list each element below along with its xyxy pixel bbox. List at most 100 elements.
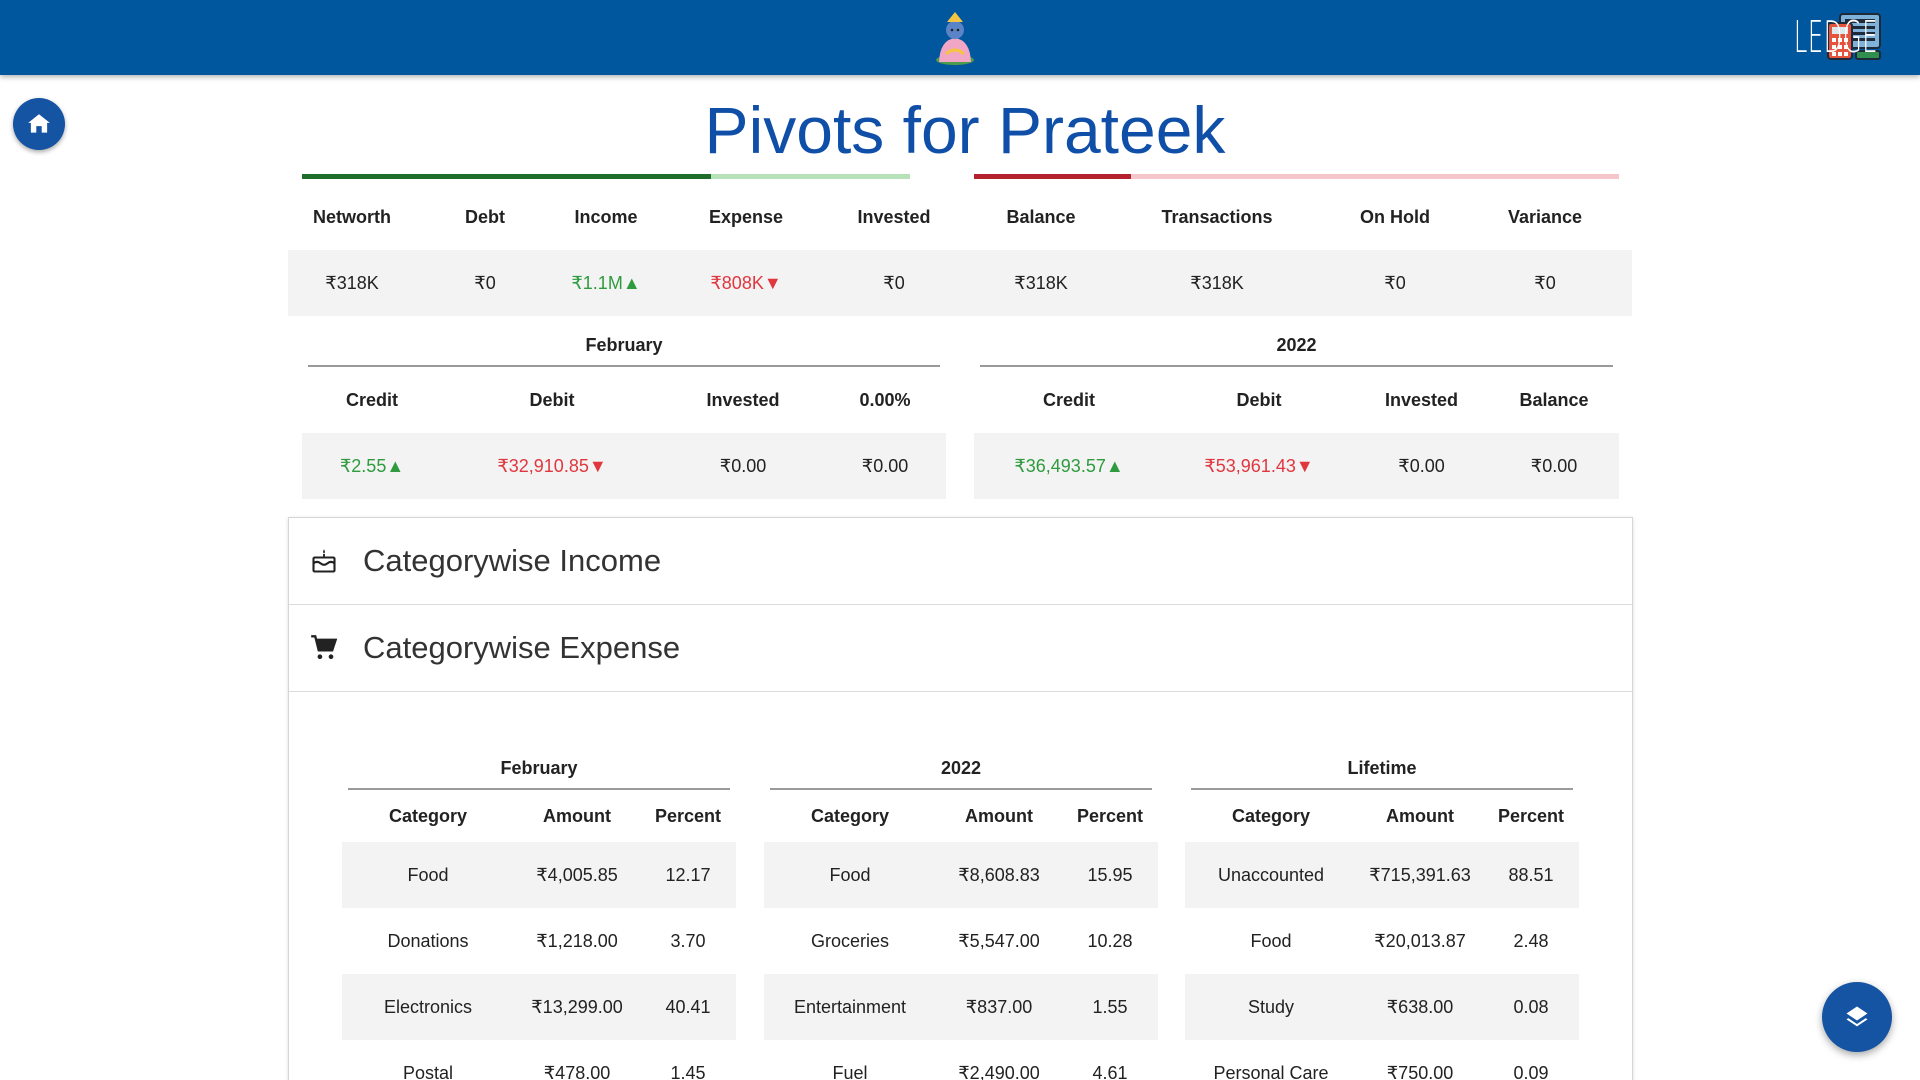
expense-table-lifetime: Lifetime Category Amount Percent Unaccou… (1185, 748, 1579, 1080)
category-cell: Food (829, 864, 871, 885)
category-cell: Electronics (383, 996, 473, 1017)
user-avatar[interactable] (934, 10, 976, 66)
categorywise-income-label: Categorywise Income (363, 543, 662, 578)
month-debit-value: ₹32,910.85▼ (497, 455, 607, 476)
debt-value: ₹0 (474, 272, 496, 293)
summary-header: Balance (1006, 206, 1076, 227)
variance-value: ₹0 (1534, 272, 1556, 293)
amount-cell: ₹1,218.00 (536, 930, 618, 951)
year-header-row: Credit Debit Invested Balance (974, 367, 1619, 433)
column-header: Amount (1386, 805, 1454, 826)
table-row: Groceries ₹5,547.00 10.28 (764, 908, 1158, 974)
amount-cell: ₹8,608.83 (958, 864, 1040, 885)
summary-header: Networth (313, 206, 391, 227)
balance-bar-fill (974, 174, 1131, 179)
amount-cell: ₹478.00 (543, 1062, 611, 1080)
month-header-row: Credit Debit Invested 0.00% (302, 367, 946, 433)
month-invested-value: ₹0.00 (719, 455, 767, 476)
layers-icon (1846, 1006, 1868, 1027)
month-summary-table: February Credit Debit Invested 0.00% ₹2.… (302, 325, 946, 499)
column-header: Amount (543, 805, 611, 826)
percent-cell: 0.08 (1513, 996, 1549, 1017)
year-header: Credit (1042, 389, 1095, 410)
category-accordion: Categorywise Income Categorywise Expense… (288, 517, 1633, 1080)
category-cell: Postal (402, 1062, 454, 1080)
expense-table-title: 2022 (940, 758, 982, 778)
percent-cell: 2.48 (1513, 930, 1549, 951)
cake-icon (312, 549, 336, 573)
percent-cell: 1.45 (670, 1062, 706, 1080)
category-cell: Unaccounted (1217, 864, 1325, 885)
on-hold-value: ₹0 (1384, 272, 1406, 293)
category-cell: Groceries (810, 930, 890, 951)
month-table-title: February (585, 335, 663, 355)
month-credit-value: ₹2.55▲ (339, 455, 405, 476)
percent-cell: 0.09 (1513, 1062, 1549, 1080)
month-percent-value: ₹0.00 (861, 455, 909, 476)
percent-cell: 1.55 (1092, 996, 1128, 1017)
amount-cell: ₹715,391.63 (1369, 864, 1471, 885)
percent-cell: 40.41 (665, 996, 711, 1017)
year-debit-value: ₹53,961.43▼ (1204, 455, 1314, 476)
table-row: Food ₹20,013.87 2.48 (1185, 908, 1579, 974)
percent-cell: 10.28 (1087, 930, 1133, 951)
top-app-bar: LEDGE (0, 0, 1920, 75)
table-row: Entertainment ₹837.00 1.55 (764, 974, 1158, 1040)
networth-value: ₹318K (325, 272, 379, 293)
column-header: Percent (654, 805, 722, 826)
expense-header-row: Category Amount Percent (764, 790, 1158, 842)
summary-header: Transactions (1161, 206, 1273, 227)
table-row: Fuel ₹2,490.00 4.61 (764, 1040, 1158, 1080)
amount-cell: ₹750.00 (1386, 1062, 1454, 1080)
brand-logo[interactable]: LEDGE (1725, 10, 1884, 64)
summary-value-row: ₹318K ₹0 ₹1.1M▲ ₹808K▼ ₹0 ₹318K ₹318K ₹0… (288, 250, 1632, 316)
transactions-value: ₹318K (1190, 272, 1244, 293)
category-cell: Fuel (832, 1062, 868, 1080)
column-header: Category (1231, 805, 1311, 826)
shopping-cart-icon (311, 635, 338, 660)
summary-header: Expense (708, 206, 784, 227)
category-cell: Personal Care (1213, 1062, 1329, 1080)
amount-cell: ₹13,299.00 (531, 996, 623, 1017)
table-row: Electronics ₹13,299.00 40.41 (342, 974, 736, 1040)
year-credit-value: ₹36,493.57▲ (1014, 455, 1124, 476)
percent-cell: 12.17 (665, 864, 711, 885)
table-row: Study ₹638.00 0.08 (1185, 974, 1579, 1040)
layers-fab-button[interactable] (1822, 982, 1892, 1052)
year-summary-table: 2022 Credit Debit Invested Balance ₹36,4… (974, 325, 1619, 499)
expense-header-row: Category Amount Percent (1185, 790, 1579, 842)
summary-table: Networth Debt Income Expense Invested Ba… (288, 184, 1632, 316)
brand-text: LEDGE (1793, 11, 1878, 63)
summary-header: Debt (465, 206, 505, 227)
year-value-row: ₹36,493.57▲ ₹53,961.43▼ ₹0.00 ₹0.00 (974, 433, 1619, 499)
summary-header: On Hold (1360, 206, 1430, 227)
table-row: Unaccounted ₹715,391.63 88.51 (1185, 842, 1579, 908)
amount-cell: ₹5,547.00 (958, 930, 1040, 951)
income-expense-bar-fill (302, 174, 711, 179)
balance-value: ₹318K (1014, 272, 1068, 293)
column-header: Category (388, 805, 468, 826)
year-balance-value: ₹0.00 (1530, 455, 1578, 476)
amount-cell: ₹837.00 (965, 996, 1033, 1017)
percent-cell: 15.95 (1087, 864, 1133, 885)
amount-cell: ₹4,005.85 (536, 864, 618, 885)
month-header: Credit (345, 389, 398, 410)
categorywise-income-header[interactable]: Categorywise Income (289, 518, 1632, 605)
expense-value: ₹808K▼ (710, 272, 782, 293)
table-row: Personal Care ₹750.00 0.09 (1185, 1040, 1579, 1080)
year-table-title: 2022 (1276, 335, 1317, 355)
amount-cell: ₹2,490.00 (958, 1062, 1040, 1080)
categorywise-expense-header[interactable]: Categorywise Expense (289, 605, 1632, 692)
invested-value: ₹0 (883, 272, 905, 293)
category-cell: Donations (387, 930, 469, 951)
month-value-row: ₹2.55▲ ₹32,910.85▼ ₹0.00 ₹0.00 (302, 433, 946, 499)
column-header: Amount (965, 805, 1033, 826)
column-header: Category (810, 805, 890, 826)
table-row: Postal ₹478.00 1.45 (342, 1040, 736, 1080)
expense-header-row: Category Amount Percent (342, 790, 736, 842)
percent-cell: 88.51 (1508, 864, 1554, 885)
month-header: Invested (706, 389, 780, 410)
category-cell: Food (1250, 930, 1292, 951)
year-invested-value: ₹0.00 (1398, 455, 1445, 476)
year-header: Balance (1519, 389, 1589, 410)
